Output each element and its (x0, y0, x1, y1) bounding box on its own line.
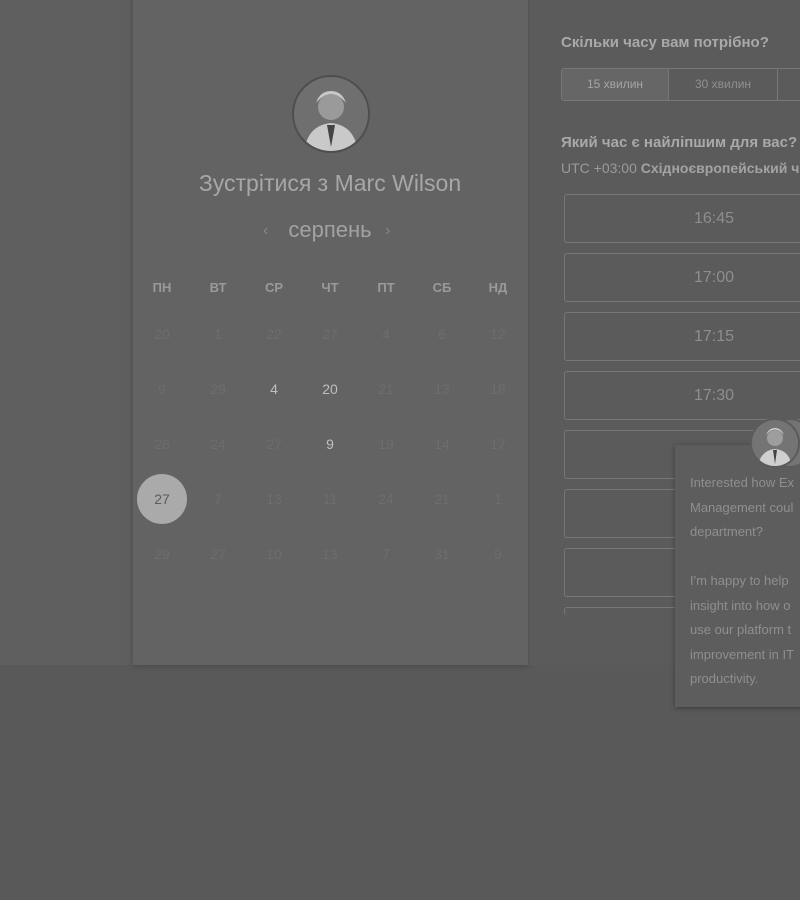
weekday-label: ЧТ (321, 279, 339, 295)
chat-avatars[interactable] (750, 418, 800, 468)
month-label: серпень (288, 217, 372, 242)
calendar-day: 12 (490, 325, 506, 342)
time-slot-label: 17:30 (693, 387, 735, 404)
chevron-left-icon[interactable]: ‹ (263, 222, 268, 240)
meet-title: Зустрітися з Marc Wilson (198, 170, 462, 196)
calendar-day: 13 (434, 380, 450, 397)
timezone-label[interactable]: UTC +03:00 Східноєвропейський ч (561, 160, 799, 176)
calendar-day: 31 (434, 545, 450, 562)
calendar-day: 9 (158, 380, 166, 397)
time-question: Який час є найліпшим для вас? (561, 134, 798, 151)
chat-message-line: insight into how o (690, 597, 791, 613)
chat-message-line (690, 545, 800, 570)
calendar-day: 9 (494, 545, 502, 562)
weekday-label: ВТ (209, 279, 227, 295)
calendar-day: 24 (210, 435, 226, 452)
calendar-day[interactable]: 9 (302, 436, 358, 452)
weekday-label: НД (488, 279, 508, 295)
calendar-day: 26 (154, 435, 170, 452)
time-slot-label: 17:15 (693, 328, 735, 345)
chat-message-line: Interested how Ex (690, 475, 795, 490)
calendar-day: 21 (434, 490, 450, 507)
calendar-grid: ПН ВТ СР ЧТ ПТ СБ НД 20 1 22 27 4 6 12 9 29 4 20 21… (134, 268, 526, 581)
time-slot-label: 17:00 (693, 269, 735, 286)
calendar-week: 29 27 10 13 7 31 9 (134, 526, 526, 581)
calendar-week: 26 24 27 9 19 14 17 (134, 416, 526, 471)
calendar-day: 27 (210, 545, 226, 562)
month-navigation: ‹ серпень › (230, 217, 430, 243)
duration-option-more[interactable] (778, 69, 800, 100)
calendar-day: 7 (214, 490, 222, 507)
host-avatar (292, 75, 370, 153)
calendar-day: 27 (322, 325, 338, 342)
chat-message-line: department? (690, 524, 763, 539)
calendar-day: 1 (494, 490, 502, 507)
chat-message-line: improvement in IT (690, 646, 795, 662)
calendar-day: 4 (382, 325, 390, 342)
calendar-day: 14 (434, 435, 450, 452)
chat-message-line: I'm happy to help (690, 573, 789, 588)
calendar-day: 10 (266, 545, 282, 562)
time-slot[interactable]: 17:30 (564, 371, 800, 420)
calendar-day: 7 (382, 545, 390, 562)
chat-message-line: use our platform t (690, 622, 792, 637)
time-slot[interactable]: 17:00 (564, 253, 800, 302)
calendar-day: 29 (154, 545, 170, 562)
time-slot-label: 16:45 (693, 210, 735, 227)
weekday-label: ПН (152, 279, 172, 295)
weekday-label: СБ (432, 279, 452, 295)
calendar-day: 18 (490, 380, 506, 397)
calendar-day: 6 (438, 325, 446, 342)
calendar-week: 9 29 4 20 21 13 18 (134, 361, 526, 416)
calendar-day: 29 (210, 380, 226, 397)
calendar-day[interactable]: 20 (302, 381, 358, 397)
calendar-day: 13 (322, 545, 338, 562)
chat-message-line: Management coul (690, 499, 794, 515)
duration-option-15[interactable]: 15 хвилин (562, 69, 669, 100)
weekday-label: СР (264, 279, 284, 295)
calendar-day: 22 (266, 325, 282, 342)
calendar-day: 24 (378, 490, 394, 507)
timezone-offset: UTC +03:00 (561, 160, 637, 176)
weekday-header: ПН ВТ СР ЧТ ПТ СБ НД (134, 268, 526, 306)
calendar-week: 20 1 22 27 4 6 12 (134, 306, 526, 361)
calendar-day: 27 (266, 435, 282, 452)
timezone-name: Східноєвропейський ч (640, 160, 800, 176)
chat-popup[interactable]: Interested how Ex Management coul departme… (675, 445, 800, 707)
calendar-day: 20 (154, 325, 170, 342)
calendar-day: 1 (214, 325, 222, 342)
duration-question: Скільки часу вам потрібно? (561, 34, 769, 51)
calendar-day: 19 (378, 435, 394, 452)
chevron-right-icon[interactable]: › (385, 222, 390, 240)
time-slot[interactable]: 17:15 (564, 312, 800, 361)
duration-selector: 15 хвилин 30 хвилин (561, 68, 800, 101)
chat-avatar (750, 418, 800, 468)
weekday-label: ПТ (377, 279, 395, 295)
calendar-week: 27 7 13 11 24 21 1 (134, 471, 526, 526)
chat-message-line: productivity. (690, 671, 759, 686)
calendar-day: 13 (266, 490, 282, 507)
calendar-day: 21 (378, 380, 394, 397)
duration-option-30[interactable]: 30 хвилин (669, 69, 778, 100)
calendar-day[interactable]: 27 (134, 473, 190, 524)
calendar-day[interactable]: 4 (246, 381, 302, 397)
selected-day[interactable]: 27 (137, 473, 187, 524)
calendar-day: 11 (322, 490, 338, 507)
time-slot[interactable]: 16:45 (564, 194, 800, 243)
calendar-day: 17 (490, 435, 506, 452)
